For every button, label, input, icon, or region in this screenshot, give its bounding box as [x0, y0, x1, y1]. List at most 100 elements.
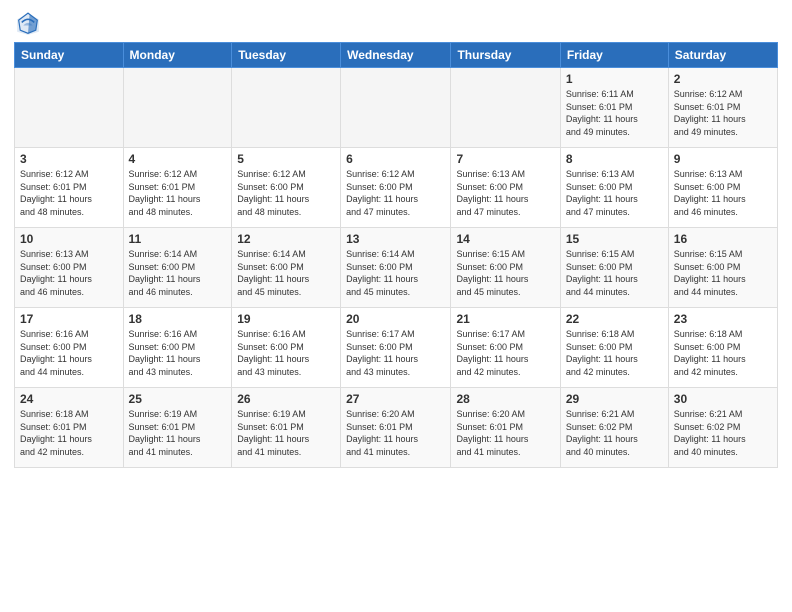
day-number: 1 — [566, 72, 663, 86]
page-header — [14, 10, 778, 38]
calendar-cell: 24 Sunrise: 6:18 AM Sunset: 6:01 PM Dayli… — [15, 388, 124, 468]
day-info: Sunrise: 6:12 AM Sunset: 6:01 PM Dayligh… — [674, 88, 772, 138]
day-number: 20 — [346, 312, 445, 326]
day-number: 3 — [20, 152, 118, 166]
calendar-week-1: 1 Sunrise: 6:11 AM Sunset: 6:01 PM Daylig… — [15, 68, 778, 148]
calendar-cell: 22 Sunrise: 6:18 AM Sunset: 6:00 PM Dayli… — [560, 308, 668, 388]
day-number: 7 — [456, 152, 554, 166]
day-info: Sunrise: 6:15 AM Sunset: 6:00 PM Dayligh… — [566, 248, 663, 298]
day-number: 22 — [566, 312, 663, 326]
calendar-cell: 7 Sunrise: 6:13 AM Sunset: 6:00 PM Daylig… — [451, 148, 560, 228]
day-number: 21 — [456, 312, 554, 326]
day-number: 10 — [20, 232, 118, 246]
calendar-cell — [15, 68, 124, 148]
day-info: Sunrise: 6:13 AM Sunset: 6:00 PM Dayligh… — [456, 168, 554, 218]
weekday-header-wednesday: Wednesday — [341, 43, 451, 68]
calendar-cell: 25 Sunrise: 6:19 AM Sunset: 6:01 PM Dayli… — [123, 388, 232, 468]
calendar-week-4: 17 Sunrise: 6:16 AM Sunset: 6:00 PM Dayli… — [15, 308, 778, 388]
day-info: Sunrise: 6:18 AM Sunset: 6:01 PM Dayligh… — [20, 408, 118, 458]
day-info: Sunrise: 6:16 AM Sunset: 6:00 PM Dayligh… — [237, 328, 335, 378]
day-info: Sunrise: 6:14 AM Sunset: 6:00 PM Dayligh… — [129, 248, 227, 298]
day-info: Sunrise: 6:12 AM Sunset: 6:01 PM Dayligh… — [129, 168, 227, 218]
day-info: Sunrise: 6:16 AM Sunset: 6:00 PM Dayligh… — [20, 328, 118, 378]
calendar-cell: 18 Sunrise: 6:16 AM Sunset: 6:00 PM Dayli… — [123, 308, 232, 388]
day-info: Sunrise: 6:12 AM Sunset: 6:00 PM Dayligh… — [346, 168, 445, 218]
day-number: 9 — [674, 152, 772, 166]
day-number: 28 — [456, 392, 554, 406]
day-number: 25 — [129, 392, 227, 406]
calendar-week-2: 3 Sunrise: 6:12 AM Sunset: 6:01 PM Daylig… — [15, 148, 778, 228]
day-number: 2 — [674, 72, 772, 86]
weekday-header-saturday: Saturday — [668, 43, 777, 68]
day-number: 30 — [674, 392, 772, 406]
day-info: Sunrise: 6:20 AM Sunset: 6:01 PM Dayligh… — [346, 408, 445, 458]
day-info: Sunrise: 6:21 AM Sunset: 6:02 PM Dayligh… — [566, 408, 663, 458]
weekday-header-monday: Monday — [123, 43, 232, 68]
day-number: 19 — [237, 312, 335, 326]
calendar-cell — [232, 68, 341, 148]
day-number: 4 — [129, 152, 227, 166]
calendar-week-3: 10 Sunrise: 6:13 AM Sunset: 6:00 PM Dayli… — [15, 228, 778, 308]
day-info: Sunrise: 6:20 AM Sunset: 6:01 PM Dayligh… — [456, 408, 554, 458]
logo-icon — [14, 10, 42, 38]
day-number: 29 — [566, 392, 663, 406]
day-info: Sunrise: 6:12 AM Sunset: 6:00 PM Dayligh… — [237, 168, 335, 218]
calendar-cell: 27 Sunrise: 6:20 AM Sunset: 6:01 PM Dayli… — [341, 388, 451, 468]
day-info: Sunrise: 6:21 AM Sunset: 6:02 PM Dayligh… — [674, 408, 772, 458]
day-number: 17 — [20, 312, 118, 326]
calendar-cell: 15 Sunrise: 6:15 AM Sunset: 6:00 PM Dayli… — [560, 228, 668, 308]
day-info: Sunrise: 6:13 AM Sunset: 6:00 PM Dayligh… — [20, 248, 118, 298]
calendar-cell: 20Sunrise: 6:17 AM Sunset: 6:00 PM Dayli… — [341, 308, 451, 388]
logo — [14, 10, 44, 38]
day-number: 15 — [566, 232, 663, 246]
day-info: Sunrise: 6:16 AM Sunset: 6:00 PM Dayligh… — [129, 328, 227, 378]
calendar-cell: 12 Sunrise: 6:14 AM Sunset: 6:00 PM Dayli… — [232, 228, 341, 308]
calendar-cell: 14Sunrise: 6:15 AM Sunset: 6:00 PM Dayli… — [451, 228, 560, 308]
page-container: SundayMondayTuesdayWednesdayThursdayFrid… — [0, 0, 792, 474]
day-number: 16 — [674, 232, 772, 246]
day-info: Sunrise: 6:13 AM Sunset: 6:00 PM Dayligh… — [674, 168, 772, 218]
day-info: Sunrise: 6:14 AM Sunset: 6:00 PM Dayligh… — [346, 248, 445, 298]
calendar-cell: 4 Sunrise: 6:12 AM Sunset: 6:01 PM Daylig… — [123, 148, 232, 228]
calendar-cell: 9 Sunrise: 6:13 AM Sunset: 6:00 PM Daylig… — [668, 148, 777, 228]
day-number: 18 — [129, 312, 227, 326]
calendar-cell: 26 Sunrise: 6:19 AM Sunset: 6:01 PM Dayli… — [232, 388, 341, 468]
day-number: 12 — [237, 232, 335, 246]
day-number: 24 — [20, 392, 118, 406]
day-info: Sunrise: 6:11 AM Sunset: 6:01 PM Dayligh… — [566, 88, 663, 138]
day-info: Sunrise: 6:18 AM Sunset: 6:00 PM Dayligh… — [566, 328, 663, 378]
calendar-cell: 5 Sunrise: 6:12 AM Sunset: 6:00 PM Daylig… — [232, 148, 341, 228]
day-number: 13 — [346, 232, 445, 246]
calendar-cell — [341, 68, 451, 148]
weekday-header-sunday: Sunday — [15, 43, 124, 68]
day-info: Sunrise: 6:19 AM Sunset: 6:01 PM Dayligh… — [237, 408, 335, 458]
calendar-cell — [451, 68, 560, 148]
calendar-cell: 30 Sunrise: 6:21 AM Sunset: 6:02 PM Dayli… — [668, 388, 777, 468]
day-info: Sunrise: 6:14 AM Sunset: 6:00 PM Dayligh… — [237, 248, 335, 298]
day-info: Sunrise: 6:12 AM Sunset: 6:01 PM Dayligh… — [20, 168, 118, 218]
day-number: 8 — [566, 152, 663, 166]
calendar-cell: 13 Sunrise: 6:14 AM Sunset: 6:00 PM Dayli… — [341, 228, 451, 308]
calendar-cell: 28 Sunrise: 6:20 AM Sunset: 6:01 PM Dayli… — [451, 388, 560, 468]
day-info: Sunrise: 6:19 AM Sunset: 6:01 PM Dayligh… — [129, 408, 227, 458]
calendar-cell: 6 Sunrise: 6:12 AM Sunset: 6:00 PM Daylig… — [341, 148, 451, 228]
calendar-cell: 2 Sunrise: 6:12 AM Sunset: 6:01 PM Daylig… — [668, 68, 777, 148]
day-number: 27 — [346, 392, 445, 406]
weekday-header-thursday: Thursday — [451, 43, 560, 68]
calendar-cell: 29 Sunrise: 6:21 AM Sunset: 6:02 PM Dayli… — [560, 388, 668, 468]
day-info: Sunrise: 6:15 AM Sunset: 6:00 PM Dayligh… — [456, 248, 554, 298]
weekday-header-tuesday: Tuesday — [232, 43, 341, 68]
day-number: 6 — [346, 152, 445, 166]
day-number: 5 — [237, 152, 335, 166]
calendar-cell — [123, 68, 232, 148]
weekday-header-row: SundayMondayTuesdayWednesdayThursdayFrid… — [15, 43, 778, 68]
calendar-cell: 11Sunrise: 6:14 AM Sunset: 6:00 PM Dayli… — [123, 228, 232, 308]
calendar-cell: 23 Sunrise: 6:18 AM Sunset: 6:00 PM Dayli… — [668, 308, 777, 388]
day-number: 26 — [237, 392, 335, 406]
day-number: 23 — [674, 312, 772, 326]
weekday-header-friday: Friday — [560, 43, 668, 68]
day-info: Sunrise: 6:18 AM Sunset: 6:00 PM Dayligh… — [674, 328, 772, 378]
calendar-table: SundayMondayTuesdayWednesdayThursdayFrid… — [14, 42, 778, 468]
calendar-cell: 16Sunrise: 6:15 AM Sunset: 6:00 PM Dayli… — [668, 228, 777, 308]
calendar-cell: 10 Sunrise: 6:13 AM Sunset: 6:00 PM Dayli… — [15, 228, 124, 308]
